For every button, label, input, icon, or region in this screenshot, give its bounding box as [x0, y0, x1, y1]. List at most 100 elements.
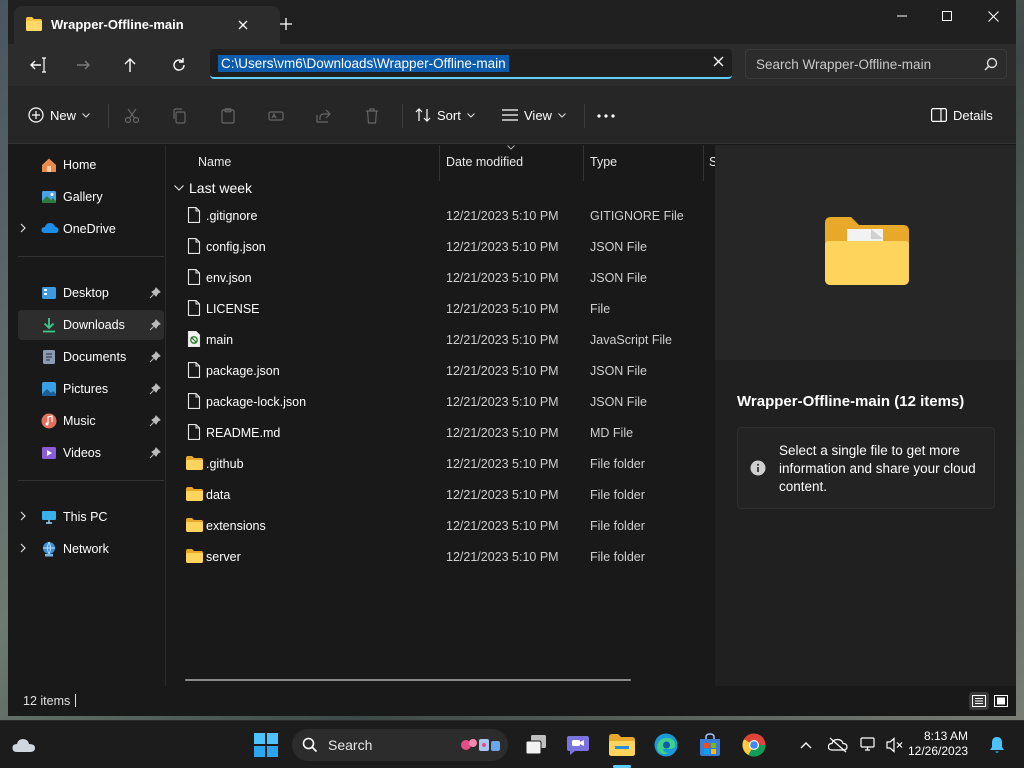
details-button[interactable]: Details [931, 103, 993, 127]
close-tab-icon[interactable] [232, 14, 254, 36]
sidebar-item-this-pc[interactable]: This PC [18, 502, 164, 532]
details-view-icon[interactable] [969, 692, 989, 710]
table-row[interactable]: data 12/21/2023 5:10 PM File folder [167, 479, 715, 510]
add-icon [28, 107, 44, 123]
clock[interactable]: 8:13 AM 12/26/2023 [908, 729, 968, 759]
file-explorer-icon[interactable] [606, 729, 638, 761]
column-divider[interactable] [703, 145, 704, 181]
cut-icon[interactable] [121, 105, 143, 127]
navigation-bar: C:\Users\vm6\Downloads\Wrapper-Offline-m… [8, 44, 1016, 86]
sidebar-item-downloads[interactable]: Downloads [18, 310, 164, 340]
table-row[interactable]: LICENSE 12/21/2023 5:10 PM File [167, 293, 715, 324]
group-header-last-week[interactable]: Last week [174, 178, 252, 198]
file-name: config.json [206, 240, 266, 254]
sidebar-item-videos[interactable]: Videos [18, 438, 164, 468]
file-type: MD File [590, 426, 634, 440]
file-date-modified: 12/21/2023 5:10 PM [446, 333, 559, 347]
notification-bell-icon[interactable] [981, 729, 1013, 761]
start-windows-icon[interactable] [250, 729, 282, 761]
folder-icon [186, 487, 203, 501]
table-row[interactable]: config.json 12/21/2023 5:10 PM JSON File [167, 231, 715, 262]
column-divider[interactable] [439, 145, 440, 181]
sidebar-item-music[interactable]: Music [18, 406, 164, 436]
show-hidden-icons-chevron-icon[interactable] [790, 729, 822, 761]
sort-icon [415, 107, 431, 123]
file-date-modified: 12/21/2023 5:10 PM [446, 395, 559, 409]
file-type: JSON File [590, 364, 647, 378]
sort-button[interactable]: Sort [415, 103, 475, 127]
chevron-right-icon[interactable] [20, 511, 26, 521]
pin-icon[interactable] [149, 351, 161, 363]
minimize-icon[interactable] [879, 0, 925, 32]
sidebar-item-label: Gallery [63, 190, 103, 204]
chevron-right-icon[interactable] [20, 223, 26, 233]
sidebar-item-gallery[interactable]: Gallery [18, 182, 164, 212]
store-icon[interactable] [694, 729, 726, 761]
table-row[interactable]: README.md 12/21/2023 5:10 PM MD File [167, 417, 715, 448]
chevron-down-icon [82, 112, 90, 118]
horizontal-scrollbar[interactable] [185, 679, 631, 681]
pictures-icon [41, 381, 57, 397]
new-tab-icon[interactable] [275, 13, 297, 35]
delete-icon[interactable] [361, 105, 383, 127]
column-header-name[interactable]: Name [198, 155, 231, 169]
weather-icon[interactable] [8, 729, 40, 761]
address-bar[interactable]: C:\Users\vm6\Downloads\Wrapper-Offline-m… [210, 49, 732, 79]
table-row[interactable]: package-lock.json 12/21/2023 5:10 PM JSON … [167, 386, 715, 417]
share-icon[interactable] [313, 105, 335, 127]
taskbar-search-box[interactable]: Search [292, 729, 508, 761]
sidebar-item-label: Videos [63, 446, 101, 460]
rename-icon[interactable] [265, 105, 287, 127]
table-row[interactable]: server 12/21/2023 5:10 PM File folder [167, 541, 715, 572]
file-date-modified: 12/21/2023 5:10 PM [446, 426, 559, 440]
divider [584, 104, 585, 128]
table-row[interactable]: extensions 12/21/2023 5:10 PM File folder [167, 510, 715, 541]
chat-icon[interactable] [562, 729, 594, 761]
sidebar-item-network[interactable]: Network [18, 534, 164, 564]
chrome-browser-icon[interactable] [738, 729, 770, 761]
pin-icon[interactable] [149, 319, 161, 331]
divider [402, 104, 403, 128]
sidebar-item-documents[interactable]: Documents [18, 342, 164, 372]
new-button[interactable]: New [28, 103, 90, 127]
pin-icon[interactable] [149, 415, 161, 427]
chevron-right-icon[interactable] [20, 543, 26, 553]
table-row[interactable]: package.json 12/21/2023 5:10 PM JSON File [167, 355, 715, 386]
sidebar-item-onedrive[interactable]: OneDrive [18, 214, 164, 244]
view-button[interactable]: View [502, 103, 566, 127]
paste-icon[interactable] [217, 105, 239, 127]
clear-address-icon[interactable] [713, 56, 724, 67]
table-row[interactable]: .github 12/21/2023 5:10 PM File folder [167, 448, 715, 479]
volume-muted-icon[interactable] [879, 729, 911, 761]
column-divider[interactable] [583, 145, 584, 181]
large-icons-view-icon[interactable] [991, 692, 1011, 710]
chevron-down-icon[interactable] [174, 185, 184, 191]
back-icon[interactable] [24, 52, 52, 78]
tab-wrapper-offline-main[interactable]: Wrapper-Offline-main [14, 6, 280, 44]
forward-icon[interactable] [69, 52, 97, 78]
more-options-icon[interactable] [595, 105, 617, 127]
edge-browser-icon[interactable] [650, 729, 682, 761]
column-header-date[interactable]: Date modified [446, 155, 523, 169]
refresh-icon[interactable] [165, 52, 193, 78]
onedrive-status-icon[interactable] [822, 729, 854, 761]
copy-icon[interactable] [169, 105, 191, 127]
close-window-icon[interactable] [970, 0, 1016, 32]
column-header-type[interactable]: Type [590, 155, 617, 169]
table-row[interactable]: .gitignore 12/21/2023 5:10 PM GITIGNORE Fi… [167, 200, 715, 231]
address-path[interactable]: C:\Users\vm6\Downloads\Wrapper-Offline-m… [218, 55, 509, 72]
search-icon[interactable] [984, 57, 998, 71]
sidebar-item-home[interactable]: Home [18, 150, 164, 180]
maximize-icon[interactable] [924, 0, 970, 32]
table-row[interactable]: main 12/21/2023 5:10 PM JavaScript File [167, 324, 715, 355]
table-row[interactable]: env.json 12/21/2023 5:10 PM JSON File [167, 262, 715, 293]
search-input[interactable]: Search Wrapper-Offline-main [745, 49, 1007, 79]
pin-icon[interactable] [149, 287, 161, 299]
pin-icon[interactable] [149, 383, 161, 395]
task-view-icon[interactable] [520, 729, 552, 761]
up-icon[interactable] [116, 52, 144, 78]
sidebar-item-pictures[interactable]: Pictures [18, 374, 164, 404]
pin-icon[interactable] [149, 447, 161, 459]
sidebar-item-desktop[interactable]: Desktop [18, 278, 164, 308]
folder-preview-icon [825, 217, 909, 285]
